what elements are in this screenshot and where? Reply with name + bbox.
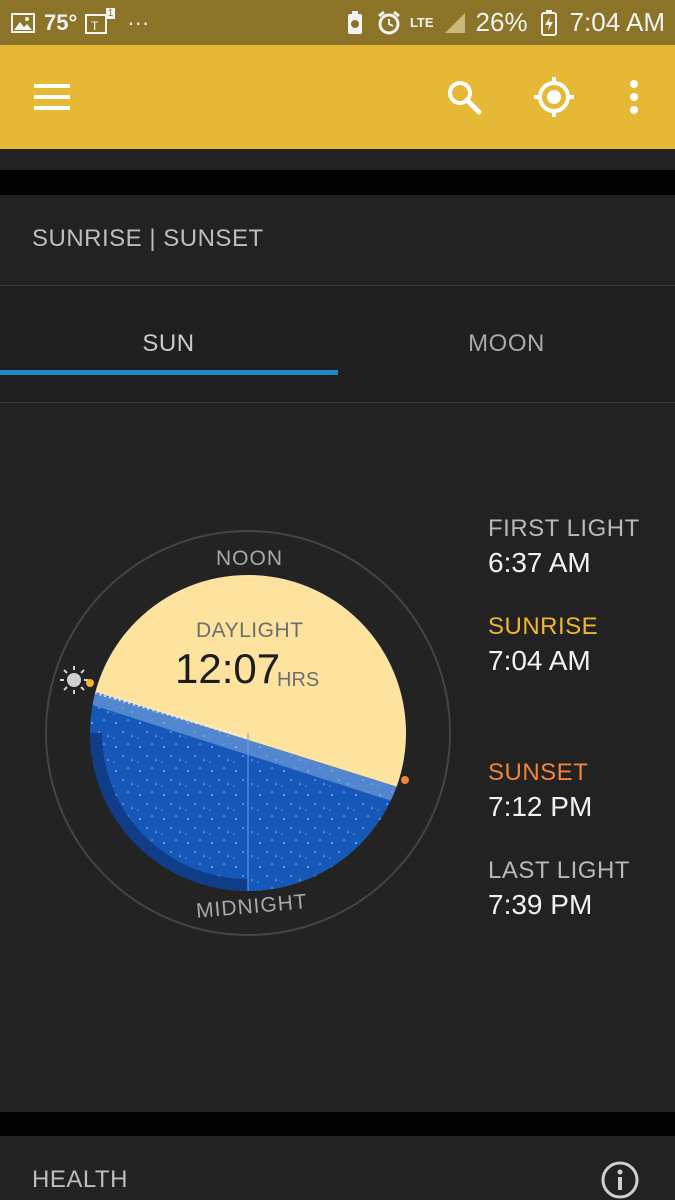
battery-percent: 26% — [475, 7, 528, 37]
clock-time: 7:04 AM — [569, 7, 665, 37]
last-light-value: 7:39 PM — [488, 889, 593, 920]
first-light-block: FIRST LIGHT 6:37 AM — [488, 515, 640, 579]
temperature-text: 75° — [44, 9, 78, 35]
battery-saver-icon — [342, 10, 368, 36]
health-card: HEALTH — [0, 1136, 675, 1200]
first-light-label: FIRST LIGHT — [488, 515, 640, 542]
card-title: SUNRISE | SUNSET — [32, 225, 264, 252]
tab-sun-label: SUN — [142, 330, 195, 357]
sunrise-block: SUNRISE 7:04 AM — [488, 613, 598, 677]
sunset-value: 7:12 PM — [488, 791, 593, 822]
tab-moon[interactable]: MOON — [338, 286, 675, 402]
more-vert-icon[interactable] — [604, 67, 664, 127]
badge-number: 1 — [105, 7, 116, 19]
noon-label: NOON — [216, 547, 283, 570]
daylight-unit: HRS — [277, 669, 320, 691]
tab-bar: SUN MOON — [0, 285, 675, 403]
tab-indicator — [0, 370, 338, 375]
last-light-block: LAST LIGHT 7:39 PM — [488, 857, 630, 921]
alarm-icon — [376, 10, 402, 36]
last-light-label: LAST LIGHT — [488, 857, 630, 884]
status-bar: 75° T 1 ··· LTE 26% 7:04 AM — [0, 0, 675, 45]
sunrise-label: SUNRISE — [488, 613, 599, 640]
svg-text:T: T — [91, 19, 99, 33]
daylight-label: DAYLIGHT — [196, 619, 304, 642]
divider-strip — [0, 149, 675, 170]
locate-icon[interactable] — [524, 67, 584, 127]
signal-icon — [442, 10, 468, 36]
tab-moon-label: MOON — [468, 330, 545, 357]
tab-sun[interactable]: SUN — [0, 286, 337, 402]
first-light-value: 6:37 AM — [488, 547, 591, 578]
sunset-label: SUNSET — [488, 759, 589, 786]
health-title: HEALTH — [32, 1166, 128, 1193]
search-icon[interactable] — [434, 67, 494, 127]
daylight-dial — [45, 530, 451, 936]
sunrise-sunset-card: SUNRISE | SUNSET SUN MOON NOON MIDNIGHT … — [0, 195, 675, 1112]
network-type: LTE — [409, 15, 434, 30]
app-bar — [0, 45, 675, 149]
info-icon[interactable] — [600, 1160, 640, 1200]
t-badge-icon: T 1 — [85, 7, 116, 36]
battery-charging-icon — [536, 9, 562, 36]
sunrise-value: 7:04 AM — [488, 645, 591, 676]
image-notification-icon — [10, 10, 36, 36]
daylight-value: 12:07 — [175, 645, 281, 692]
sunset-block: SUNSET 7:12 PM — [488, 759, 592, 823]
more-notifications-dots: ··· — [127, 9, 150, 35]
menu-icon[interactable] — [22, 67, 82, 127]
sunset-marker — [401, 776, 409, 784]
